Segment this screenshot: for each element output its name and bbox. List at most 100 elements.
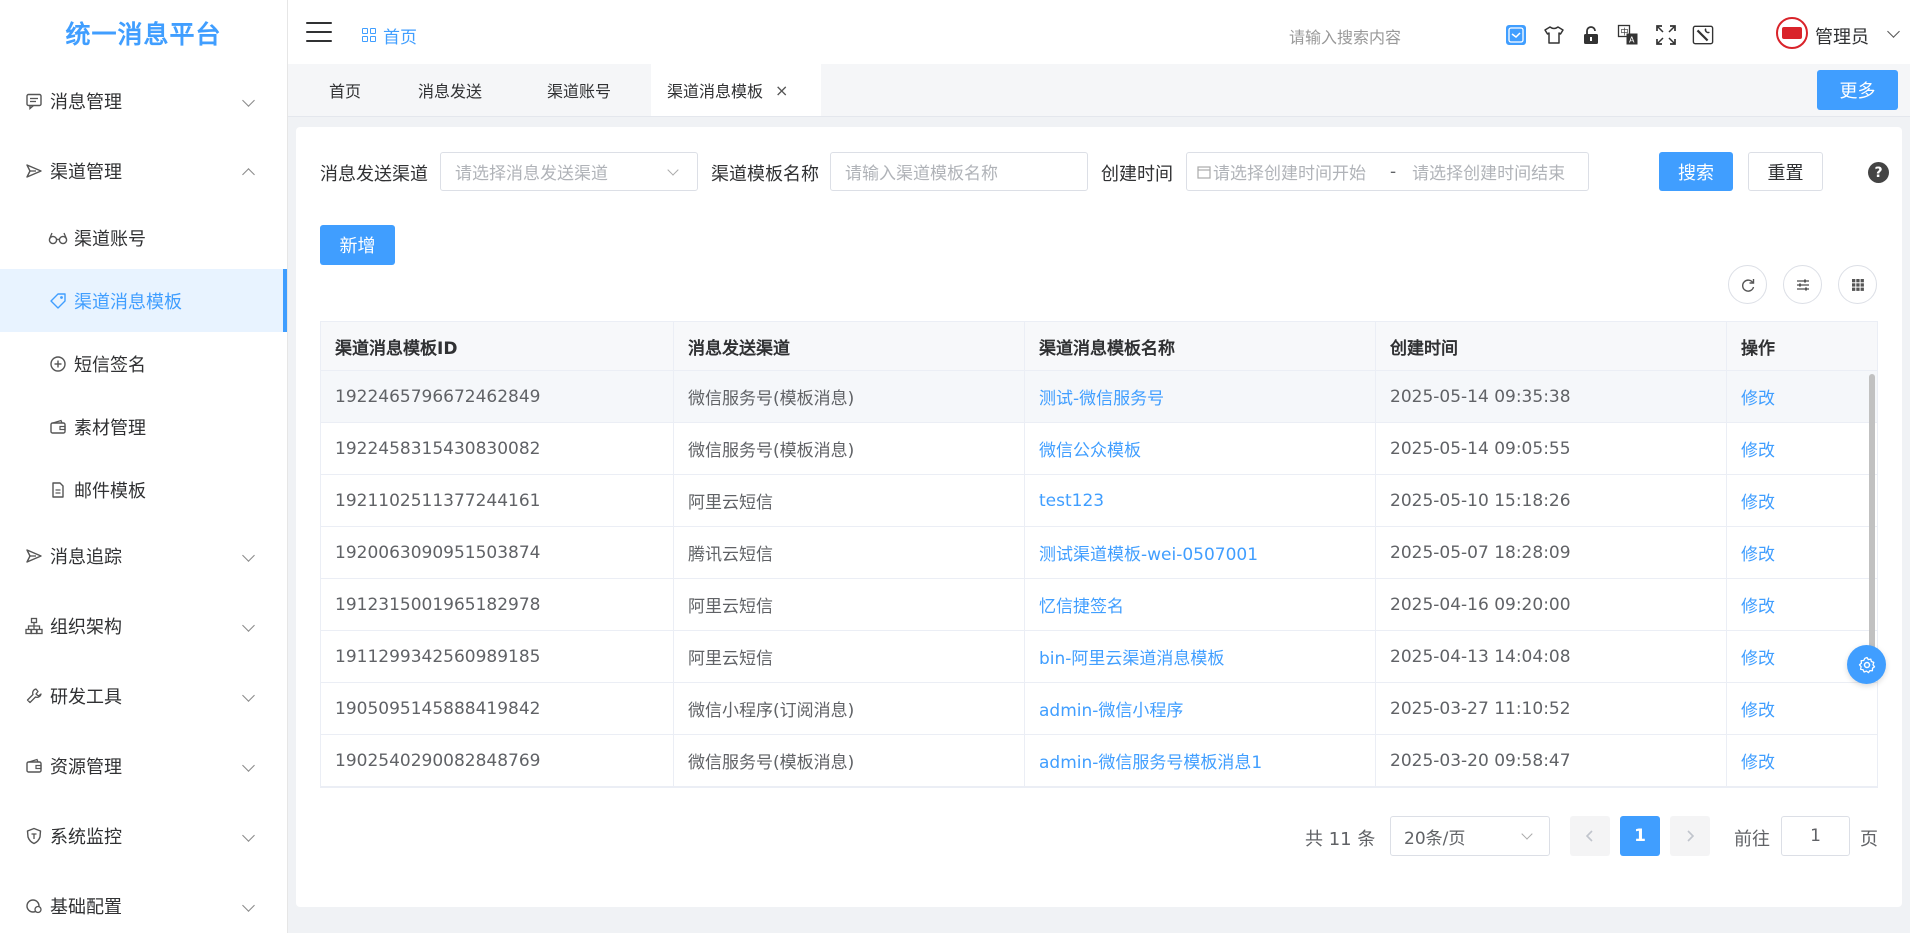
chevron-down-icon[interactable]: [1887, 25, 1900, 38]
next-page-button[interactable]: [1670, 816, 1710, 856]
tab-message-send[interactable]: 消息发送: [402, 64, 498, 116]
template-name-link[interactable]: admin-微信服务号模板消息1: [1025, 735, 1376, 786]
template-name-link[interactable]: admin-微信小程序: [1025, 683, 1376, 734]
add-button[interactable]: 新增: [320, 225, 395, 265]
app-logo-title[interactable]: 统一消息平台: [0, 0, 287, 66]
create-time-range[interactable]: 请选择创建时间开始 - 请选择创建时间结束: [1186, 152, 1589, 191]
lock-icon[interactable]: [1580, 24, 1602, 46]
sidebar-subitem-material-management[interactable]: 素材管理: [0, 395, 287, 458]
sidebar-item-basic-config[interactable]: 基础配置: [0, 871, 287, 933]
template-id-cell: 1922458315430830082: [321, 423, 674, 474]
sidebar-item-label: 渠道账号: [74, 228, 146, 250]
sidebar-item-org-structure[interactable]: 组织架构: [0, 591, 287, 661]
translate-icon[interactable]: 中A: [1617, 24, 1639, 46]
sidebar-item-dev-tools[interactable]: 研发工具: [0, 661, 287, 731]
tshirt-icon[interactable]: [1543, 24, 1565, 46]
sidebar-subitem-channel-account[interactable]: 渠道账号: [0, 206, 287, 269]
template-table: 渠道消息模板ID 消息发送渠道 渠道消息模板名称 创建时间 操作 1922465…: [320, 321, 1878, 788]
create-time-cell: 2025-05-07 18:28:09: [1376, 527, 1727, 578]
template-name-link[interactable]: test123: [1025, 475, 1376, 526]
edit-link[interactable]: 修改: [1727, 735, 1877, 786]
create-time-cell: 2025-03-20 09:58:47: [1376, 735, 1727, 786]
table-header-cell: 消息发送渠道: [674, 322, 1025, 370]
settings-gear-icon[interactable]: [1847, 645, 1886, 684]
create-time-cell: 2025-03-27 11:10:52: [1376, 683, 1727, 734]
channel-cell: 阿里云短信: [674, 579, 1025, 630]
table-row: 1902540290082848769 微信服务号(模板消息) admin-微信…: [321, 735, 1877, 787]
table-scrollbar[interactable]: [1869, 374, 1875, 659]
sidebar-item-system-monitor[interactable]: 系统监控: [0, 801, 287, 871]
sidebar-item-label: 基础配置: [50, 897, 122, 918]
shield-icon: [24, 826, 44, 846]
table-row: 1911299342560989185 阿里云短信 bin-阿里云渠道消息模板 …: [321, 631, 1877, 683]
sidebar-item-message-tracking[interactable]: 消息追踪: [0, 521, 287, 591]
template-name-link[interactable]: 微信公众模板: [1025, 423, 1376, 474]
tab-label: 消息发送: [418, 82, 483, 101]
user-name[interactable]: 管理员: [1815, 23, 1869, 49]
top-header: 首页 请输入搜索内容 中A 管理员: [288, 0, 1910, 64]
sidebar-subitem-channel-template[interactable]: 渠道消息模板: [0, 269, 287, 332]
template-name-label: 渠道模板名称: [711, 164, 819, 185]
template-name-link[interactable]: 测试-微信服务号: [1025, 371, 1376, 422]
prev-page-button[interactable]: [1570, 816, 1610, 856]
sidebar-item-label: 组织架构: [50, 617, 122, 638]
close-icon[interactable]: ×: [775, 81, 788, 100]
page-size-value: 20条/页: [1404, 828, 1466, 849]
checkbox-icon[interactable]: [1505, 24, 1527, 46]
edit-link[interactable]: 修改: [1727, 579, 1877, 630]
help-icon[interactable]: ?: [1868, 162, 1889, 183]
time-start-placeholder[interactable]: 请选择创建时间开始: [1213, 159, 1376, 184]
breadcrumb-home[interactable]: 首页: [383, 23, 417, 48]
table-header-cell: 操作: [1741, 338, 1775, 359]
template-id-cell: 1905095145888419842: [321, 683, 674, 734]
create-time-cell: 2025-05-14 09:05:55: [1376, 423, 1727, 474]
reset-button[interactable]: 重置: [1748, 152, 1823, 191]
settings-icon: [24, 896, 44, 916]
channel-cell: 阿里云短信: [674, 475, 1025, 526]
filter-settings-icon[interactable]: [1783, 265, 1822, 304]
columns-grid-icon[interactable]: [1838, 265, 1877, 304]
sidebar-item-message-management[interactable]: 消息管理: [0, 66, 287, 136]
tools-icon[interactable]: [1692, 24, 1714, 46]
search-button[interactable]: 搜索: [1659, 152, 1733, 191]
template-name-link[interactable]: 测试渠道模板-wei-0507001: [1025, 527, 1376, 578]
template-name-link[interactable]: bin-阿里云渠道消息模板: [1025, 631, 1376, 682]
edit-link[interactable]: 修改: [1727, 475, 1877, 526]
refresh-icon[interactable]: [1728, 265, 1767, 304]
tab-label: 渠道账号: [547, 82, 612, 101]
table-row: 1921102511377244161 阿里云短信 test123 2025-0…: [321, 475, 1877, 527]
edit-link[interactable]: 修改: [1727, 371, 1877, 422]
main-card: 消息发送渠道 请选择消息发送渠道 渠道模板名称 请输入渠道模板名称 创建时间 请…: [296, 127, 1902, 907]
sidebar-subitem-sms-signature[interactable]: 短信签名: [0, 332, 287, 395]
more-button[interactable]: 更多: [1817, 70, 1898, 110]
channel-cell: 腾讯云短信: [674, 527, 1025, 578]
tab-home[interactable]: 首页: [313, 64, 377, 116]
chevron-down-icon: [242, 689, 255, 702]
sidebar-item-channel-management[interactable]: 渠道管理: [0, 136, 287, 206]
sidebar-item-label: 消息管理: [50, 92, 122, 113]
template-name-input[interactable]: 请输入渠道模板名称: [830, 152, 1088, 191]
sidebar-item-resource-management[interactable]: 资源管理: [0, 731, 287, 801]
channel-select-placeholder: 请选择消息发送渠道: [455, 164, 608, 184]
fullscreen-icon[interactable]: [1655, 24, 1677, 46]
chevron-down-icon: [242, 899, 255, 912]
wrench-icon: [24, 686, 44, 706]
hamburger-menu-icon[interactable]: [306, 22, 332, 42]
sidebar-item-label: 渠道消息模板: [74, 291, 182, 313]
channel-select[interactable]: 请选择消息发送渠道: [440, 152, 698, 191]
tab-channel-template[interactable]: 渠道消息模板 ×: [651, 64, 821, 116]
sidebar-subitem-email-template[interactable]: 邮件模板: [0, 458, 287, 521]
edit-link[interactable]: 修改: [1727, 683, 1877, 734]
tab-channel-account[interactable]: 渠道账号: [531, 64, 627, 116]
edit-link[interactable]: 修改: [1727, 423, 1877, 474]
breadcrumb[interactable]: 首页: [362, 23, 417, 48]
template-id-cell: 1922465796672462849: [321, 371, 674, 422]
page-size-select[interactable]: 20条/页: [1390, 816, 1550, 856]
page-number-button[interactable]: 1: [1620, 816, 1660, 856]
edit-link[interactable]: 修改: [1727, 527, 1877, 578]
goto-page-input[interactable]: 1: [1781, 816, 1850, 856]
avatar[interactable]: [1776, 17, 1808, 49]
time-end-placeholder[interactable]: 请选择创建时间结束: [1412, 159, 1588, 184]
search-input[interactable]: 请输入搜索内容: [1289, 24, 1401, 48]
template-name-link[interactable]: 忆信捷签名: [1025, 579, 1376, 630]
